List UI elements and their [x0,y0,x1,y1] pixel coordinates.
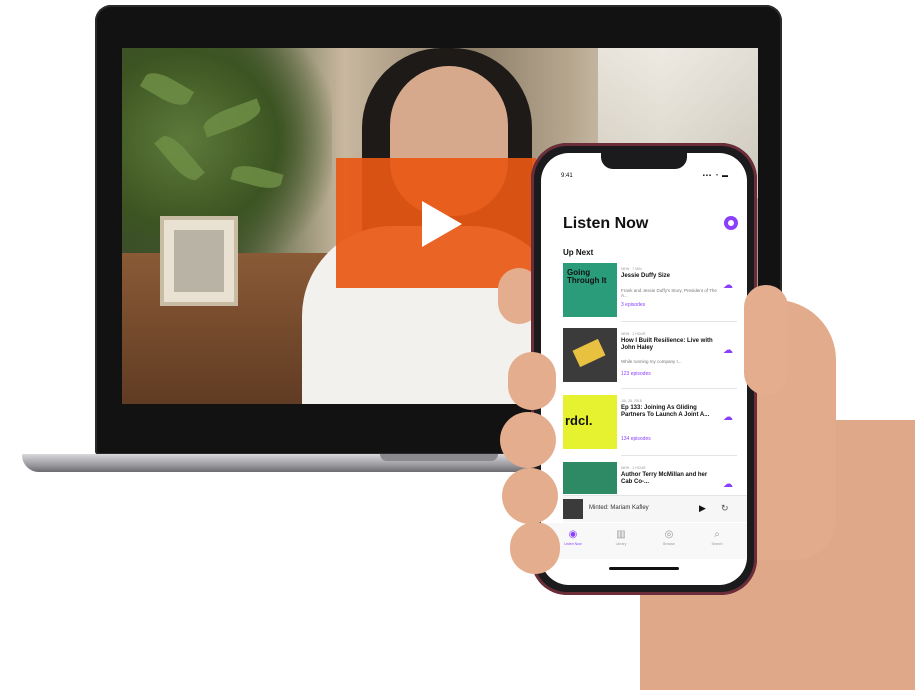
episode-count[interactable]: 3 episodes [621,302,645,308]
divider [621,388,737,389]
list-item[interactable]: Going Through It NEW · 7 MIN Jessie Duff… [563,263,737,317]
episode-meta: NEW · 1 HOUR [621,466,646,470]
photo-frame [160,216,238,306]
home-indicator[interactable] [609,567,679,570]
episode-meta: JUL 28, 2018 [621,399,642,403]
tab-library[interactable]: ▥ Library [601,529,641,546]
tab-label: Search [711,542,723,546]
hand-finger [502,468,558,524]
download-cloud-icon[interactable]: ☁ [723,479,733,490]
podcasts-app-screen: 9:41 ▪▪▪ ◔ ▬ Listen Now Up Next Going Th… [541,153,747,585]
section-title: Up Next [563,248,594,257]
laptop-notch [380,454,498,461]
list-item[interactable]: NEW · 1 HOUR Author Terry McMillan and h… [563,462,737,494]
download-cloud-icon[interactable]: ☁ [723,412,733,423]
phone-notch [601,153,687,169]
play-icon [422,201,462,247]
mini-player-artwork [563,499,583,519]
tab-label: Library [615,542,627,546]
episode-meta: NEW · 7 MIN [621,267,642,271]
hand-finger [510,522,560,574]
list-item[interactable]: rdcl. JUL 28, 2018 Ep 133: Joining As Gl… [563,395,737,449]
phone-device: 9:41 ▪▪▪ ◔ ▬ Listen Now Up Next Going Th… [531,143,757,595]
hand-finger [508,352,556,410]
divider [621,321,737,322]
play-button[interactable] [336,158,536,288]
episode-artwork: rdcl. [563,395,617,449]
episode-title: Jessie Duffy Size [621,273,671,279]
tab-search[interactable]: ⌕ Search [697,529,737,546]
mini-player[interactable]: Minted: Mariam Kafley ▶ ↻ [563,495,747,522]
episode-artwork [563,328,617,382]
download-cloud-icon[interactable]: ☁ [723,280,733,291]
browse-icon: ◎ [664,529,674,540]
status-time: 9:41 [561,173,573,179]
listen-now-icon: ◉ [568,529,578,540]
download-cloud-icon[interactable]: ☁ [723,345,733,356]
list-item[interactable]: NEW · 1 HOUR How I Built Resilience: Liv… [563,328,737,382]
search-icon: ⌕ [714,529,720,540]
episode-title: How I Built Resilience: Live with John H… [621,338,713,351]
status-icons: ▪▪▪ ◔ ▬ [702,173,729,179]
divider [621,455,737,456]
episode-title: Author Terry McMillan and her Cab Co-... [621,472,708,485]
library-icon: ▥ [616,529,626,540]
tab-bar: ◉ Listen Now ▥ Library ◎ Browse ⌕ Search [541,523,747,559]
tab-browse[interactable]: ◎ Browse [649,529,689,546]
episode-count[interactable]: 134 episodes [621,436,651,442]
page-title: Listen Now [563,215,649,232]
mini-player-title: Minted: Mariam Kafley [589,505,649,511]
episode-artwork: Going Through It [563,263,617,317]
episode-count[interactable]: 123 episodes [621,371,651,377]
play-icon[interactable]: ▶ [699,503,706,514]
episode-artwork [563,462,617,494]
skip-forward-icon[interactable]: ↻ [721,503,729,514]
hand-thumb-right [744,285,788,395]
profile-icon[interactable] [724,216,738,230]
episode-description: Frank and Jessie Duffy's Story, Presiden… [621,288,717,298]
hand-finger [500,412,556,468]
episode-description: While running my company I... [621,359,682,364]
tab-label: Browse [663,542,675,546]
episode-meta: NEW · 1 HOUR [621,332,646,336]
episode-title: Ep 133: Joining As Gliding Partners To L… [621,405,710,418]
